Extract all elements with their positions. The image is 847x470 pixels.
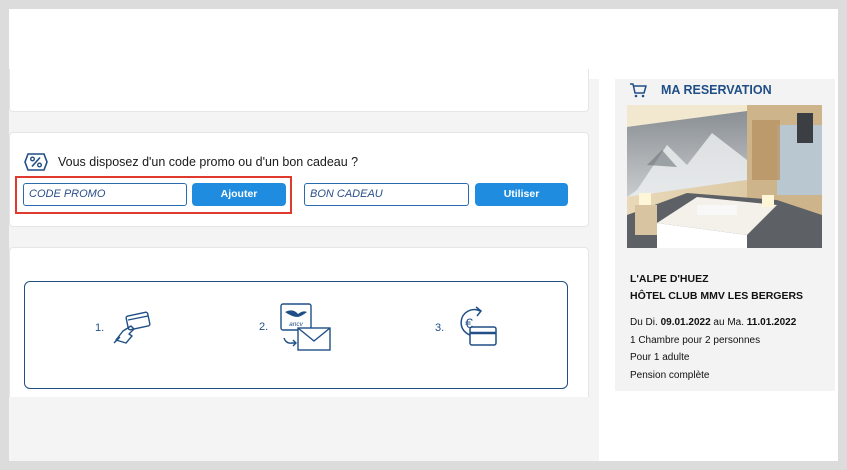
date-prefix: Du Di. — [630, 317, 658, 328]
reservation-board: Pension complète — [630, 369, 710, 381]
date-from: 09.01.2022 — [660, 317, 711, 328]
use-gift-card-button[interactable]: Utiliser — [475, 183, 568, 206]
percent-tag-icon — [24, 153, 48, 171]
payment-steps-box: 1. 2. ancv 3. € — [24, 281, 568, 389]
reservation-title: MA RESERVATION — [661, 83, 772, 97]
promo-question-text: Vous disposez d'un code promo ou d'un bo… — [58, 155, 359, 169]
hotel-room-photo — [627, 105, 822, 248]
promo-code-card: Vous disposez d'un code promo ou d'un bo… — [9, 132, 589, 227]
previous-section-card — [9, 69, 589, 112]
reservation-header: MA RESERVATION — [629, 79, 772, 101]
step-2-number: 2. — [259, 321, 269, 333]
add-promo-button[interactable]: Ajouter — [192, 183, 286, 206]
cart-icon — [630, 83, 647, 98]
hotel-name: L'ALPE D'HUEZ HÔTEL CLUB MMV LES BERGERS — [630, 271, 803, 305]
gift-card-input[interactable]: BON CADEAU — [304, 183, 469, 206]
promo-code-input[interactable]: CODE PROMO — [23, 183, 187, 206]
step-1-number: 1. — [95, 322, 105, 334]
card-payment-icon — [113, 311, 151, 344]
page-frame: Vous disposez d'un code promo ou d'un bo… — [9, 9, 838, 461]
promo-code-placeholder: CODE PROMO — [29, 188, 106, 200]
ancv-cheque-mail-icon: ancv — [280, 303, 331, 351]
reservation-guests: Pour 1 adulte — [630, 352, 690, 363]
step-2: 2. ancv — [259, 302, 334, 352]
step-3: 3. € — [435, 305, 498, 351]
gift-card-placeholder: BON CADEAU — [310, 188, 383, 200]
reservation-sidebar: MA RESERVATION L'ALPE D'HUEZ HÔTEL CLUB … — [615, 79, 835, 391]
hotel-location: L'ALPE D'HUEZ — [630, 273, 709, 285]
date-mid: au Ma. — [713, 317, 744, 328]
step-3-number: 3. — [435, 322, 445, 334]
hotel-title: HÔTEL CLUB MMV LES BERGERS — [630, 290, 804, 302]
euro-refund-card-icon: € — [460, 306, 497, 346]
ancv-logo-text: ancv — [289, 321, 303, 328]
payment-steps-card: 1. 2. ancv 3. € — [9, 247, 589, 397]
step-1: 1. — [95, 310, 154, 346]
promo-question: Vous disposez d'un code promo ou d'un bo… — [24, 153, 358, 171]
date-to: 11.01.2022 — [746, 317, 797, 328]
reservation-details: Du Di. 09.01.2022 au Ma. 11.01.2022 1 Ch… — [630, 314, 796, 384]
reservation-dates: Du Di. 09.01.2022 au Ma. 11.01.2022 — [630, 314, 796, 332]
reservation-room: 1 Chambre pour 2 personnes — [630, 334, 761, 346]
